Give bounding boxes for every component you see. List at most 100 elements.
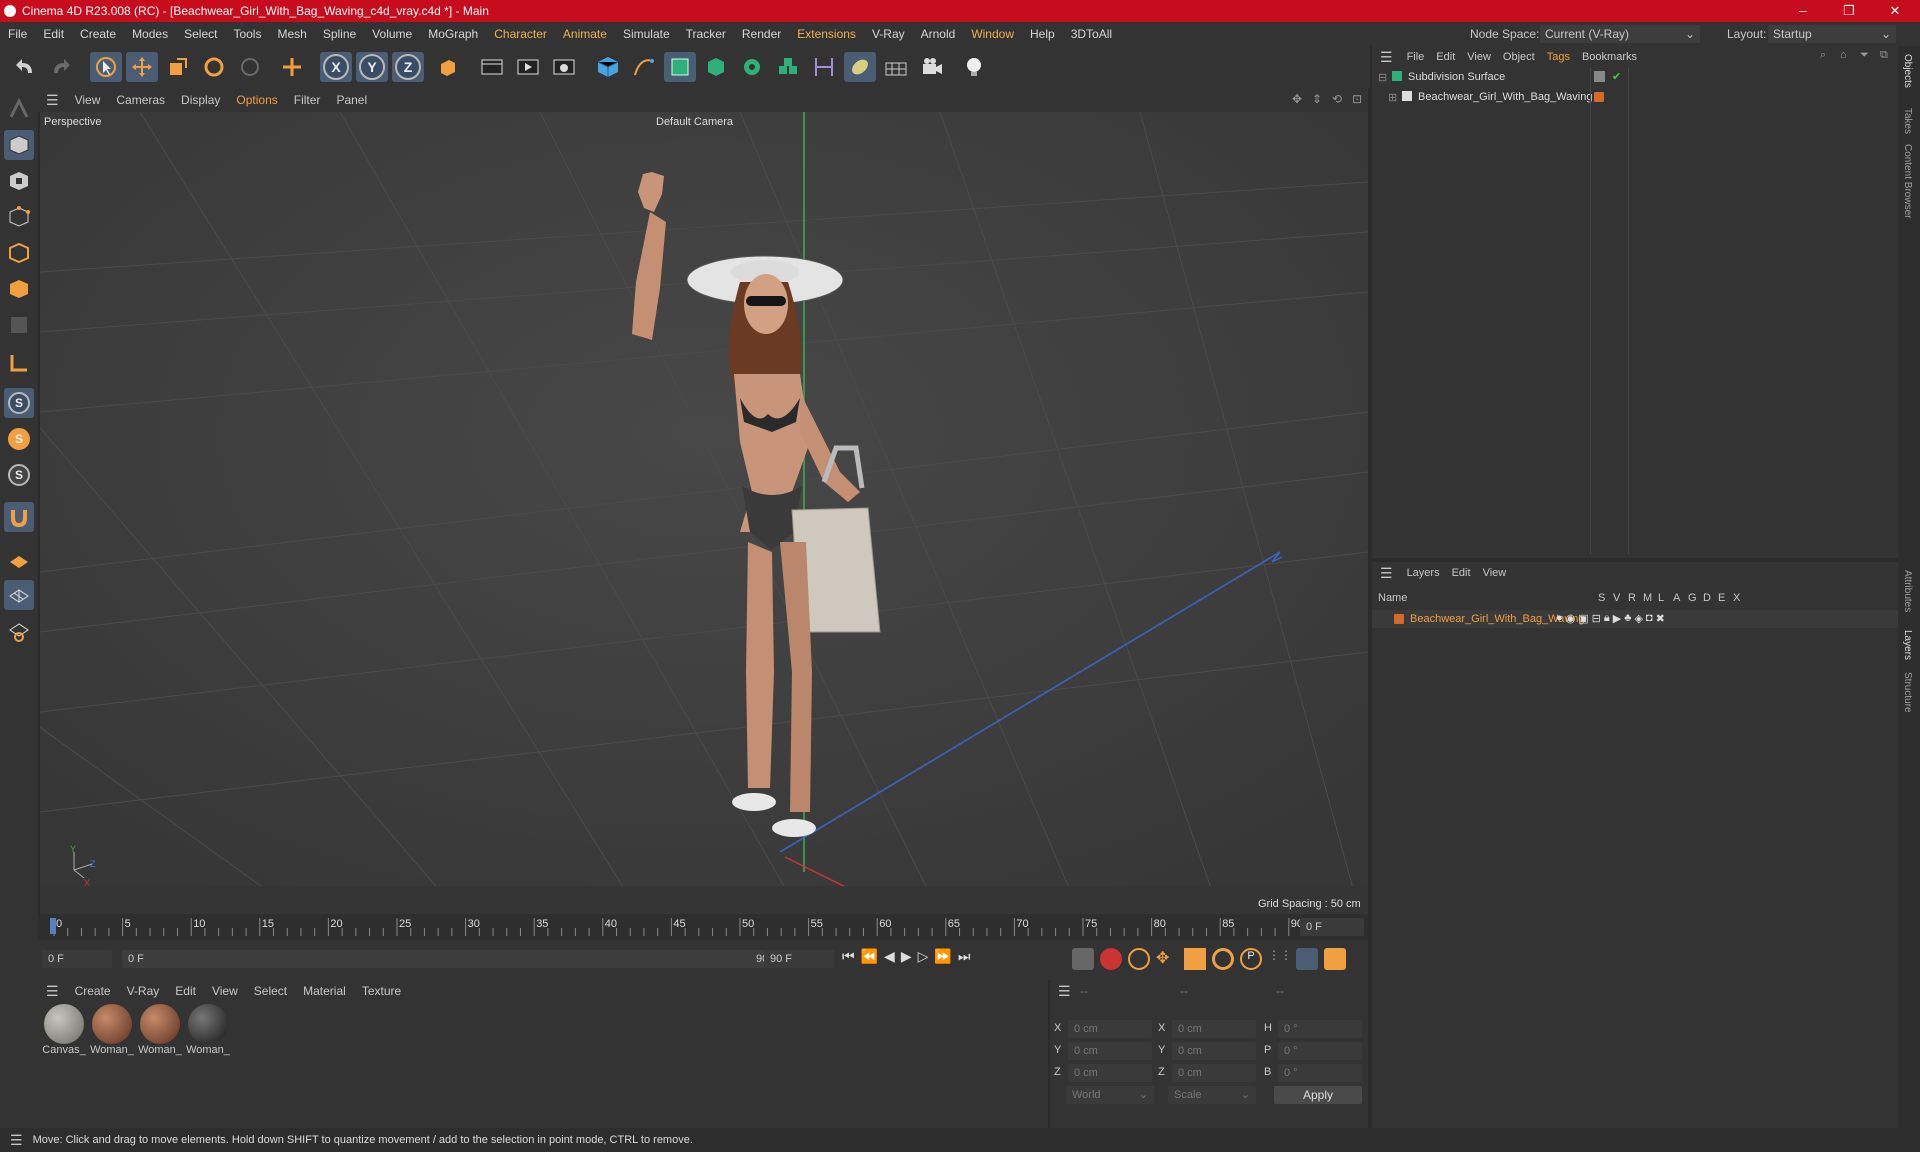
object-menu-object[interactable]: Object bbox=[1497, 51, 1541, 63]
menu-select[interactable]: Select bbox=[176, 27, 225, 41]
preview-range-slider[interactable]: 0 F90 F bbox=[122, 950, 786, 968]
manager-toggle-icon[interactable]: ⊟ bbox=[1592, 612, 1601, 625]
hamburger-icon[interactable]: ☰ bbox=[38, 983, 67, 1000]
render-settings-icon[interactable] bbox=[548, 52, 580, 82]
menu-spline[interactable]: Spline bbox=[315, 27, 364, 41]
viewport-menu-panel[interactable]: Panel bbox=[328, 93, 375, 107]
menu-mograph[interactable]: MoGraph bbox=[420, 27, 486, 41]
menu-arnold[interactable]: Arnold bbox=[913, 27, 964, 41]
search-icon[interactable]: ⌕ bbox=[1820, 49, 1826, 62]
menu-tracker[interactable]: Tracker bbox=[678, 27, 734, 41]
new-window-icon[interactable]: ⧉ bbox=[1880, 49, 1888, 62]
hamburger-icon[interactable]: ☰ bbox=[1372, 565, 1401, 582]
viewport-menu-view[interactable]: View bbox=[67, 93, 109, 107]
menu-modes[interactable]: Modes bbox=[124, 27, 176, 41]
parameter-key-icon[interactable]: P bbox=[1240, 948, 1262, 970]
object-menu-view[interactable]: View bbox=[1461, 51, 1497, 63]
hamburger-icon[interactable]: ☰ bbox=[1372, 49, 1401, 66]
coordinate-system-dropdown[interactable]: World ⌄ bbox=[1066, 1086, 1154, 1104]
y-axis-lock-icon[interactable]: Y bbox=[356, 52, 388, 82]
material-menu-select[interactable]: Select bbox=[246, 984, 295, 998]
object-menu-file[interactable]: File bbox=[1401, 51, 1431, 63]
minimize-icon[interactable]: – bbox=[1780, 0, 1826, 22]
light-icon[interactable] bbox=[958, 52, 990, 82]
object-row[interactable]: ⊞ Beachwear_Girl_With_Bag_Waving bbox=[1372, 88, 1898, 108]
menu-extensions[interactable]: Extensions bbox=[789, 27, 864, 41]
floor-icon[interactable] bbox=[880, 52, 912, 82]
cube-object-icon[interactable] bbox=[592, 52, 624, 82]
object-name[interactable]: Beachwear_Girl_With_Bag_Waving bbox=[1418, 91, 1592, 103]
material-swatch[interactable]: Woman_ bbox=[138, 1004, 182, 1056]
size-field[interactable]: 0 cm bbox=[1172, 1042, 1256, 1060]
solo-toggle-icon[interactable]: ● bbox=[1556, 612, 1563, 625]
viewport-menu-cameras[interactable]: Cameras bbox=[108, 93, 173, 107]
tab-attributes[interactable]: Attributes bbox=[1902, 570, 1913, 612]
material-menu-texture[interactable]: Texture bbox=[354, 984, 409, 998]
object-menu-bookmarks[interactable]: Bookmarks bbox=[1576, 51, 1643, 63]
menu-character[interactable]: Character bbox=[486, 27, 555, 41]
mograph-cloner-icon[interactable] bbox=[736, 52, 768, 82]
object-name[interactable]: Subdivision Surface bbox=[1408, 71, 1505, 83]
workplane-icon[interactable] bbox=[4, 544, 34, 574]
camera-icon[interactable] bbox=[916, 52, 948, 82]
render-toggle-icon[interactable]: ▣ bbox=[1578, 612, 1588, 625]
scale-tool-icon[interactable] bbox=[162, 52, 194, 82]
points-mode-icon[interactable] bbox=[4, 202, 34, 232]
magnet-icon[interactable] bbox=[4, 502, 34, 532]
next-frame-icon[interactable]: ▷ bbox=[918, 948, 929, 965]
dolly-view-icon[interactable]: ⇕ bbox=[1312, 92, 1322, 106]
material-menu-create[interactable]: Create bbox=[67, 984, 119, 998]
point-level-animation-icon[interactable]: ⋮⋮ bbox=[1268, 948, 1292, 970]
subdivision-surface-icon[interactable] bbox=[664, 52, 696, 82]
close-icon[interactable]: ✕ bbox=[1872, 0, 1918, 22]
field-icon[interactable] bbox=[844, 52, 876, 82]
start-frame-field[interactable]: 0 F bbox=[42, 950, 112, 968]
position-key-icon[interactable]: ✥ bbox=[1156, 948, 1178, 970]
filter-icon[interactable]: ⏷ bbox=[1860, 49, 1869, 62]
visible-toggle-icon[interactable]: ◉ bbox=[1566, 612, 1576, 625]
go-to-end-icon[interactable]: ⏭ bbox=[958, 948, 971, 965]
home-icon[interactable]: ⌂ bbox=[1840, 49, 1847, 61]
object-row[interactable]: ⊟ Subdivision Surface ✔ bbox=[1372, 68, 1898, 88]
render-view-icon[interactable] bbox=[476, 52, 508, 82]
tab-takes[interactable]: Takes bbox=[1902, 108, 1913, 134]
rotate-tool-icon[interactable] bbox=[198, 52, 230, 82]
menu-help[interactable]: Help bbox=[1022, 27, 1063, 41]
rotation-field[interactable]: 0 ° bbox=[1278, 1064, 1362, 1082]
restore-icon[interactable]: ❐ bbox=[1826, 0, 1872, 22]
xref-toggle-icon[interactable]: ✖ bbox=[1656, 612, 1665, 625]
tab-layers[interactable]: Layers bbox=[1902, 630, 1913, 660]
z-axis-lock-icon[interactable]: Z bbox=[392, 52, 424, 82]
axis-mode-icon[interactable] bbox=[4, 348, 34, 378]
material-menu-vray[interactable]: V-Ray bbox=[119, 984, 168, 998]
material-swatch[interactable]: Woman_ bbox=[186, 1004, 230, 1056]
tab-objects[interactable]: Objects bbox=[1902, 54, 1913, 88]
model-mode-icon[interactable] bbox=[4, 130, 34, 160]
perspective-viewport[interactable]: Y Z X Perspective Default Camera Grid Sp… bbox=[40, 112, 1368, 914]
material-menu-edit[interactable]: Edit bbox=[167, 984, 204, 998]
record-icon[interactable] bbox=[1072, 948, 1094, 970]
camera-label[interactable]: Default Camera bbox=[656, 116, 733, 128]
transform-tool-icon[interactable] bbox=[276, 52, 308, 82]
motion-path-icon[interactable] bbox=[1296, 948, 1318, 970]
menu-mesh[interactable]: Mesh bbox=[269, 27, 314, 41]
viewport-menu-options[interactable]: Options bbox=[228, 93, 285, 107]
hamburger-icon[interactable]: ☰ bbox=[0, 1132, 33, 1149]
size-field[interactable]: 0 cm bbox=[1172, 1064, 1256, 1082]
grid-plane-icon[interactable] bbox=[4, 580, 34, 610]
layer-menu-edit[interactable]: Edit bbox=[1446, 567, 1477, 579]
animation-toggle-icon[interactable]: ▶ bbox=[1613, 612, 1621, 625]
move-tool-icon[interactable] bbox=[126, 52, 158, 82]
collapse-icon[interactable]: ⊟ bbox=[1378, 71, 1387, 84]
object-menu-tags[interactable]: Tags bbox=[1541, 51, 1576, 63]
autokey-icon[interactable] bbox=[1100, 948, 1122, 970]
menu-render[interactable]: Render bbox=[734, 27, 789, 41]
deformer-icon[interactable] bbox=[808, 52, 840, 82]
timeline-window-icon[interactable] bbox=[1324, 948, 1346, 970]
menu-file[interactable]: File bbox=[0, 27, 35, 41]
checkmark-icon[interactable]: ✔ bbox=[1612, 70, 1621, 83]
redo-icon[interactable] bbox=[44, 52, 76, 82]
previous-keyframe-icon[interactable]: ⏪ bbox=[861, 948, 878, 965]
viewport-menu-filter[interactable]: Filter bbox=[286, 93, 329, 107]
node-space-dropdown[interactable]: Current (V-Ray) ⌄ bbox=[1540, 25, 1700, 43]
